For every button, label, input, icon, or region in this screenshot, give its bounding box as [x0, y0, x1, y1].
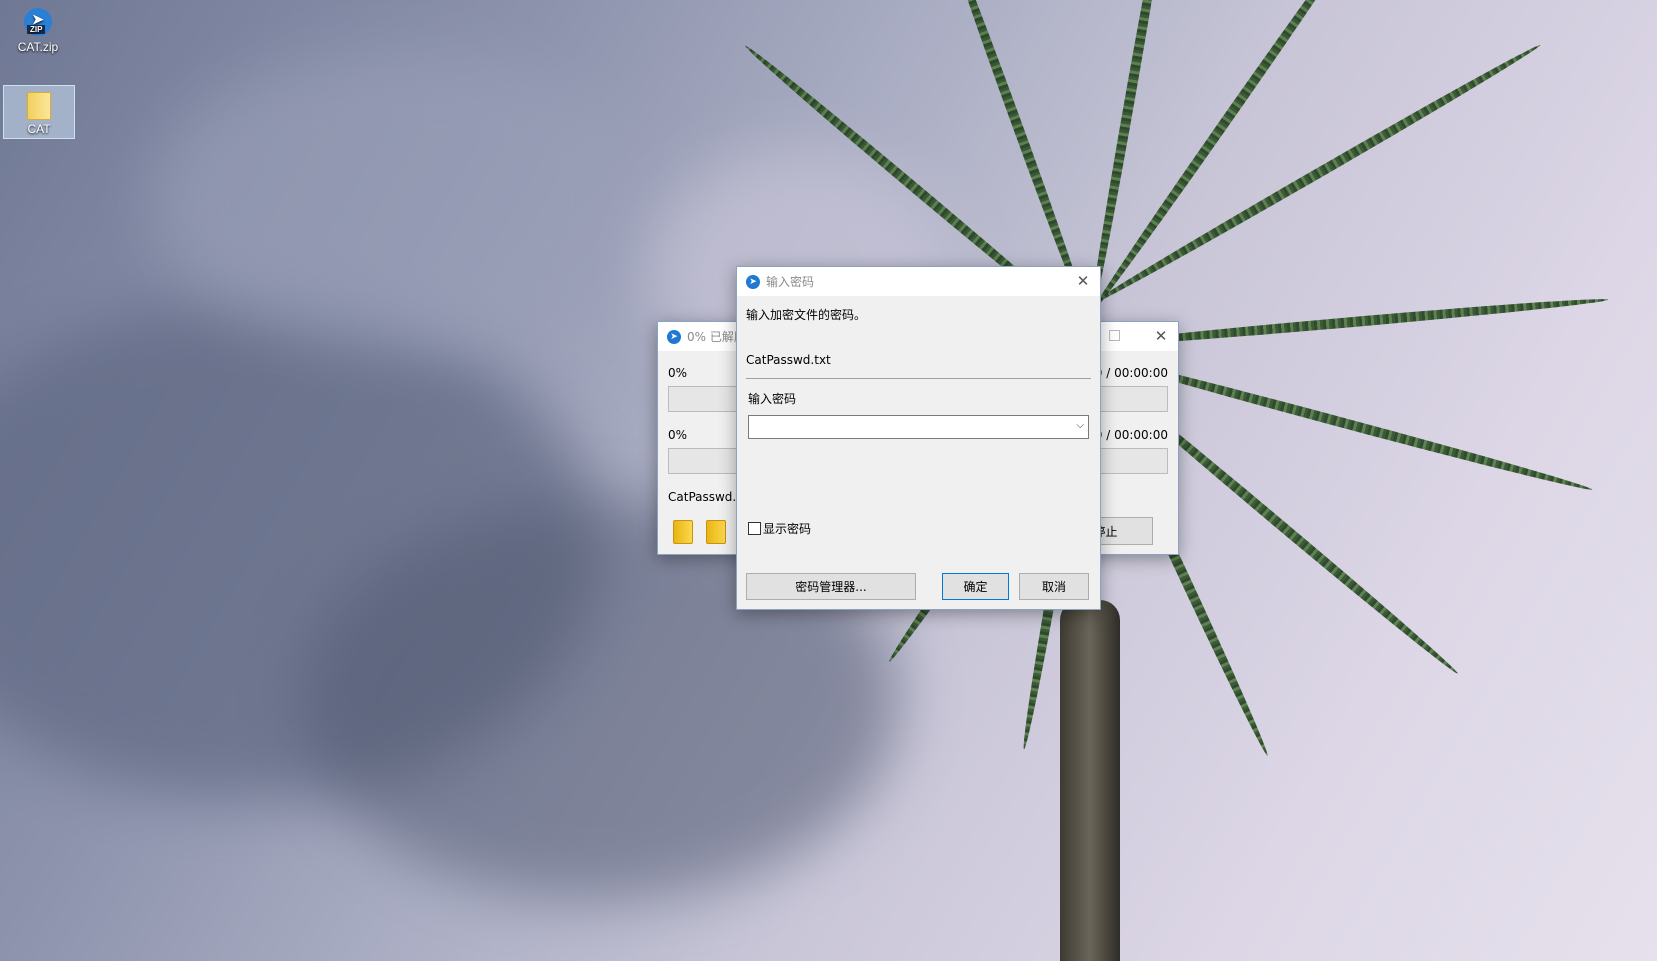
password-label: 输入密码	[748, 392, 797, 406]
progress1-percent: 0%	[668, 366, 688, 380]
show-password-label[interactable]: 显示密码	[763, 520, 811, 537]
dialog-title: 输入密码	[766, 275, 815, 289]
password-dialog: ➤ 输入密码 ✕ 输入加密文件的密码。 CatPasswd.txt 输入密码 ⌵…	[736, 266, 1101, 610]
folder-icon	[27, 92, 51, 120]
chevron-down-icon[interactable]: ⌵	[1076, 420, 1084, 431]
progress2-percent: 0%	[668, 428, 688, 442]
app-icon: ➤	[746, 274, 760, 289]
app-icon: ➤	[667, 329, 681, 344]
zip-archive-icon: ➤ ZIP	[24, 8, 52, 38]
cancel-button[interactable]: 取消	[1019, 573, 1089, 600]
target-folder-icon	[706, 520, 726, 544]
encrypted-file-name: CatPasswd.txt	[746, 353, 831, 367]
dialog-titlebar: ➤ 输入密码 ✕	[737, 267, 1100, 296]
desktop-icon-cat-zip[interactable]: ➤ ZIP CAT.zip	[3, 2, 73, 60]
maximize-icon[interactable]	[1109, 330, 1120, 341]
desktop-icon-cat-folder[interactable]: CAT	[3, 85, 75, 139]
ok-button[interactable]: 确定	[942, 573, 1009, 600]
divider	[746, 378, 1091, 379]
close-icon[interactable]: ✕	[1150, 326, 1172, 346]
archive-folder-icon	[673, 520, 693, 544]
desktop-icon-label: CAT	[27, 122, 51, 136]
desktop-icon-label: CAT.zip	[17, 40, 59, 54]
dialog-prompt: 输入加密文件的密码。	[746, 308, 867, 322]
password-manager-button[interactable]: 密码管理器...	[746, 573, 916, 600]
show-password-checkbox[interactable]	[748, 522, 761, 535]
password-input[interactable]: ⌵	[748, 415, 1089, 439]
close-icon[interactable]: ✕	[1072, 271, 1094, 291]
